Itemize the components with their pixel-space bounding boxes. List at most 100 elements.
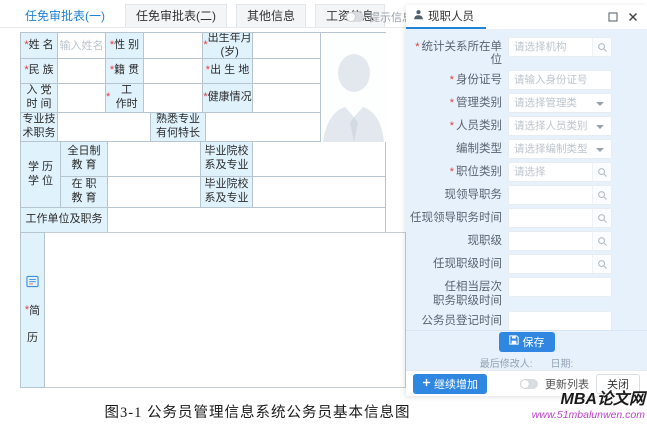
rank-time-input[interactable] [509, 258, 592, 270]
tab-bar: 任免审批表(一) 任免审批表(二) 其他信息 工资信息 [14, 4, 385, 28]
tab-appointment-form-1[interactable]: 任免审批表(一) [14, 4, 116, 28]
personnel-category-field[interactable] [508, 116, 612, 136]
continue-add-button[interactable]: 继续增加 [413, 374, 487, 394]
work-time-value-cell[interactable] [144, 84, 203, 113]
chevron-down-icon[interactable] [596, 102, 604, 110]
id-number-field[interactable] [508, 70, 612, 90]
name-input-cell[interactable] [58, 33, 106, 59]
chevron-down-icon[interactable] [596, 148, 604, 156]
photo-placeholder[interactable] [321, 33, 386, 142]
current-rank-field[interactable] [508, 231, 612, 251]
party-time-label: 入 党 时 间 [21, 84, 58, 113]
education-degree-label: 学 历 学 位 [21, 142, 61, 208]
onjob-edu-value-cell[interactable] [108, 177, 201, 208]
resume-icon [26, 275, 39, 291]
equivalent-rank-time-input[interactable] [509, 281, 611, 293]
gender-label: *性 别 [106, 33, 144, 59]
current-rank-input[interactable] [509, 235, 592, 247]
statistical-unit-input[interactable] [509, 41, 592, 53]
person-icon [413, 7, 424, 25]
current-leadership-post-field[interactable] [508, 185, 612, 205]
search-icon[interactable] [592, 209, 611, 227]
rank-time-label: 任现职级时间 [406, 254, 502, 271]
statistical-unit-label: *统计关系所在单位 [406, 37, 502, 67]
required-asterisk: * [415, 41, 419, 53]
onjob-college-value-cell[interactable] [253, 177, 386, 208]
ethnicity-value-cell[interactable] [58, 59, 106, 84]
refresh-list-toggle[interactable] [520, 379, 538, 389]
leadership-post-time-label: 任现领导职务时间 [406, 208, 502, 225]
registration-time-label: 公务员登记时间 [406, 311, 502, 328]
resume-label: *简 历 [20, 232, 45, 388]
birth-value-cell[interactable] [253, 33, 321, 59]
close-icon[interactable] [628, 12, 638, 22]
onjob-edu-label: 在 职 教 育 [61, 177, 108, 208]
personnel-category-input[interactable] [509, 120, 596, 132]
fulltime-college-label: 毕业院校 系及专业 [201, 142, 253, 177]
search-icon[interactable] [592, 38, 611, 56]
position-category-field[interactable] [508, 162, 612, 182]
search-icon[interactable] [592, 255, 611, 273]
health-value-cell[interactable] [253, 84, 321, 113]
management-category-input[interactable] [509, 97, 596, 109]
search-icon[interactable] [592, 186, 611, 204]
leadership-post-time-field[interactable] [508, 208, 612, 228]
rank-time-field[interactable] [508, 254, 612, 274]
registration-time-field[interactable] [508, 311, 612, 330]
id-number-input[interactable] [509, 74, 611, 86]
current-leadership-post-label: 现领导职务 [406, 185, 502, 202]
birth-label: *出生年月 (岁) [203, 33, 253, 59]
birthplace-label: *出 生 地 [203, 59, 253, 84]
current-leadership-post-input[interactable] [509, 189, 592, 201]
save-strip: 保存 最后修改人: 日期: [406, 330, 647, 370]
plus-icon [422, 378, 431, 390]
birthplace-value-cell[interactable] [253, 59, 321, 84]
employer-label: 工作单位及职务 [21, 208, 108, 233]
search-icon[interactable] [592, 163, 611, 181]
position-category-label: *职位类别 [406, 162, 502, 179]
panel-title: 现职人员 [428, 8, 474, 24]
specialty-value-cell[interactable] [206, 113, 321, 142]
tab-other-info[interactable]: 其他信息 [236, 4, 306, 28]
employer-value-cell[interactable] [108, 208, 386, 233]
watermark-url: www.51mbalunwen.com [532, 409, 645, 421]
onjob-college-label: 毕业院校 系及专业 [201, 177, 253, 208]
establishment-type-field[interactable] [508, 139, 612, 159]
native-place-value-cell[interactable] [144, 59, 203, 84]
figure-caption: 图3-1 公务员管理信息系统公务员基本信息图 [0, 401, 515, 422]
party-time-value-cell[interactable] [58, 84, 106, 113]
leadership-post-time-input[interactable] [509, 212, 592, 224]
required-asterisk: * [450, 97, 454, 109]
name-input[interactable] [58, 33, 105, 58]
fulltime-edu-value-cell[interactable] [108, 142, 201, 177]
watermark: MBA论文网 www.51mbalunwen.com [532, 392, 645, 421]
tip-toggle[interactable] [346, 12, 364, 22]
fulltime-college-value-cell[interactable] [253, 142, 386, 177]
resume-textarea[interactable] [45, 232, 406, 388]
equivalent-rank-time-field[interactable] [508, 277, 612, 297]
required-asterisk: * [450, 74, 454, 86]
current-staff-panel: 现职人员 *统计关系所在单位 *身份证号 [406, 5, 647, 396]
search-icon[interactable] [592, 232, 611, 250]
position-category-input[interactable] [509, 166, 592, 178]
management-category-label: *管理类别 [406, 93, 502, 110]
required-asterisk: * [450, 166, 454, 178]
management-category-field[interactable] [508, 93, 612, 113]
gender-value-cell[interactable] [144, 33, 203, 59]
ethnicity-label: *民 族 [21, 59, 58, 84]
required-asterisk: * [450, 120, 454, 132]
registration-time-input[interactable] [509, 315, 611, 327]
tech-post-value-cell[interactable] [58, 113, 151, 142]
establishment-type-input[interactable] [509, 143, 596, 155]
refresh-list-label: 更新列表 [545, 376, 589, 392]
health-label: *健康情况 [203, 84, 253, 113]
panel-body: *统计关系所在单位 *身份证号 *管理类别 *人员 [406, 29, 647, 330]
chevron-down-icon[interactable] [596, 125, 604, 133]
tech-post-label: 专业技 术职务 [21, 113, 58, 142]
panel-tab-current-staff[interactable]: 现职人员 [406, 5, 486, 29]
save-button[interactable]: 保存 [499, 332, 555, 352]
current-rank-label: 现职级 [406, 231, 502, 248]
maximize-icon[interactable] [608, 12, 618, 22]
statistical-unit-field[interactable] [508, 37, 612, 57]
tab-appointment-form-2[interactable]: 任免审批表(二) [125, 4, 227, 28]
